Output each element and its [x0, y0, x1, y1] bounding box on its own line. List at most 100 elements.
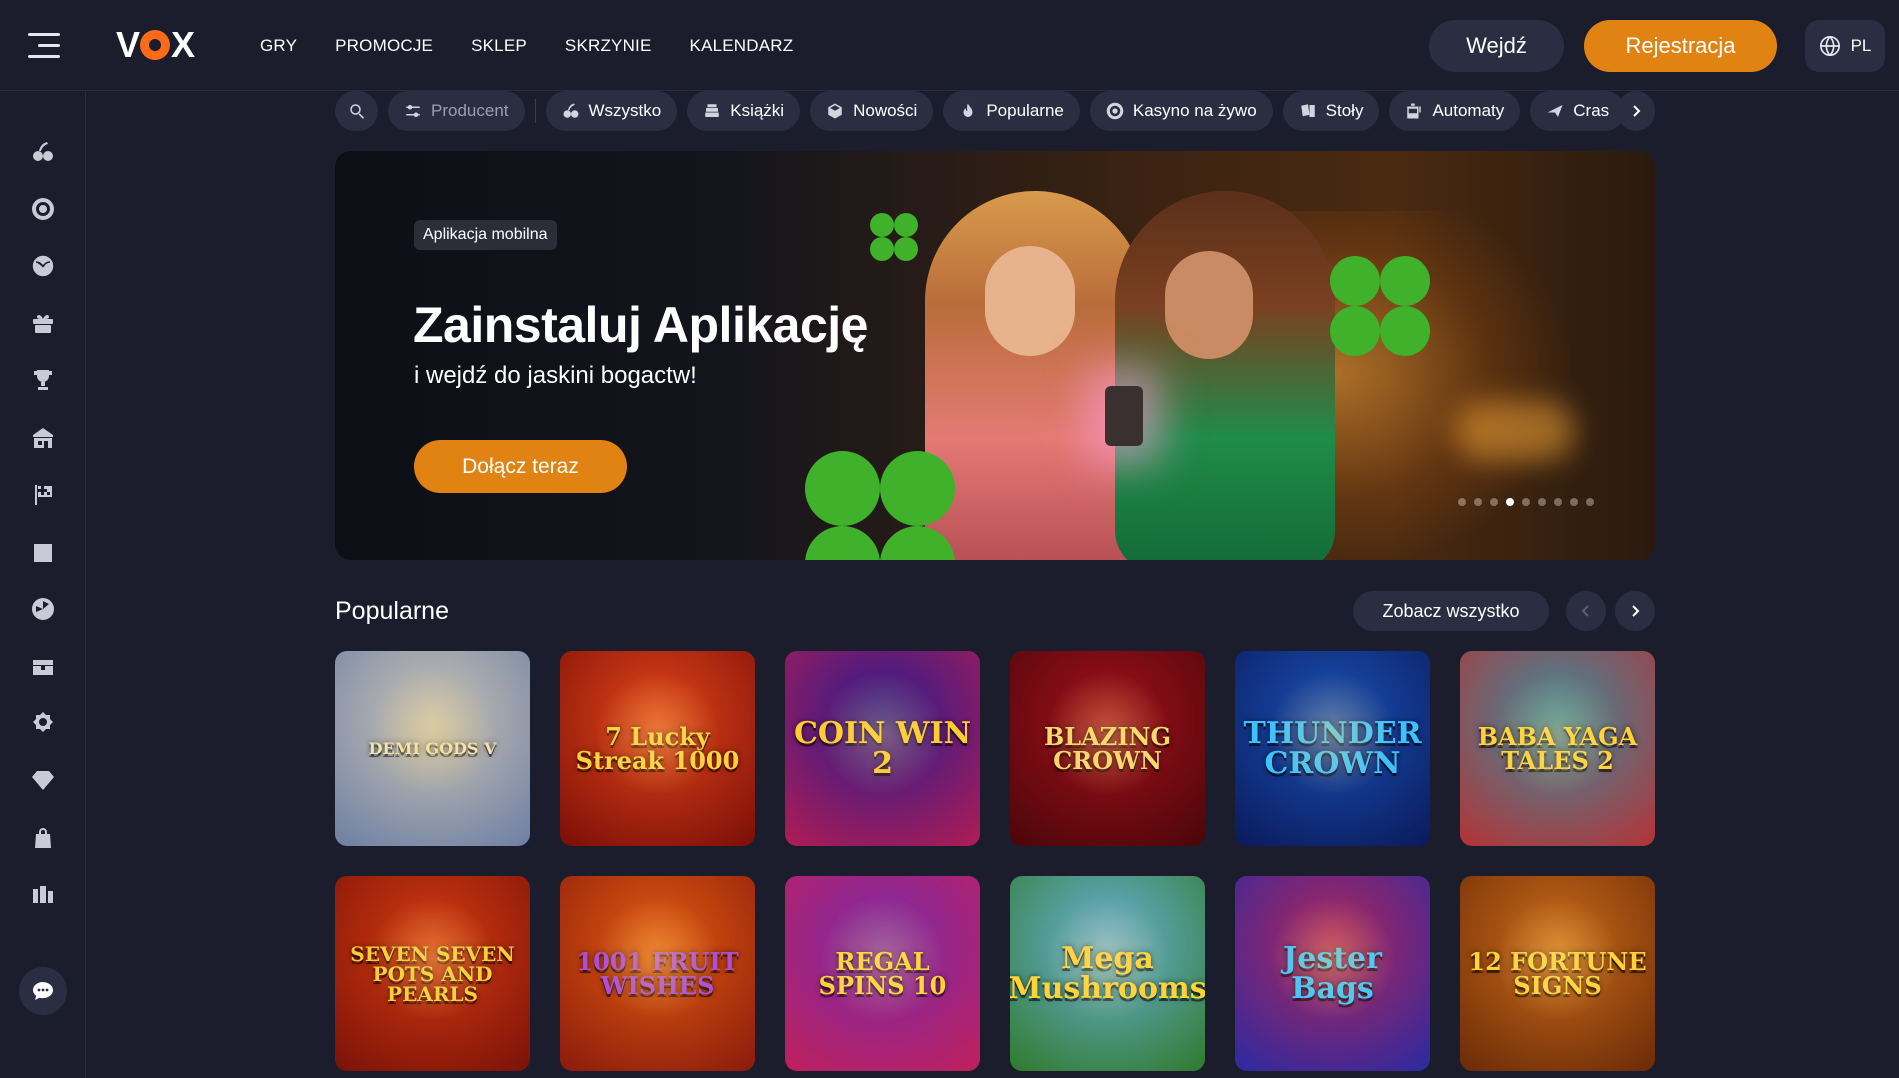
- cherries-icon[interactable]: [29, 138, 57, 166]
- filter-label: Cras: [1573, 101, 1610, 120]
- chevron-left-icon: [1581, 605, 1589, 617]
- filter-all[interactable]: Wszystko: [545, 91, 678, 131]
- chat-icon: [33, 982, 53, 1000]
- game-tile[interactable]: DEMI GODS V: [335, 651, 530, 846]
- chat-button[interactable]: [19, 967, 67, 1015]
- game-art: [370, 896, 495, 1021]
- filter-live-casino[interactable]: Kasyno na żywo: [1089, 91, 1273, 131]
- filter-divider: [534, 99, 536, 123]
- game-tile[interactable]: THUNDER CROWN: [1235, 651, 1430, 846]
- search-icon: [349, 104, 364, 119]
- language-selector[interactable]: PL: [1805, 20, 1885, 72]
- nav-games[interactable]: GRY: [260, 36, 297, 56]
- game-art: [595, 896, 720, 1021]
- plane-icon: [1547, 105, 1563, 117]
- filter-crash[interactable]: Cras: [1530, 91, 1626, 131]
- game-tile[interactable]: REGAL SPINS 10: [785, 876, 980, 1071]
- diamond-icon[interactable]: [29, 766, 57, 794]
- register-button[interactable]: Rejestracja: [1584, 20, 1777, 72]
- banner-badge: Aplikacja mobilna: [414, 220, 557, 250]
- carousel-dot[interactable]: [1522, 498, 1530, 506]
- filter-label: Wszystko: [588, 101, 662, 120]
- game-art: [1495, 671, 1620, 796]
- join-now-button[interactable]: Dołącz teraz: [414, 440, 627, 493]
- wheel-icon[interactable]: [29, 595, 57, 623]
- stats-icon[interactable]: [29, 881, 57, 909]
- filter-label: Popularne: [986, 101, 1064, 120]
- game-tile[interactable]: BABA YAGA TALES 2: [1460, 651, 1655, 846]
- carousel-dot[interactable]: [1554, 498, 1562, 506]
- nav-chests[interactable]: SKRZYNIE: [565, 36, 652, 56]
- clover-icon: [805, 451, 955, 560]
- filter-label: Książki: [730, 101, 785, 120]
- see-all-button[interactable]: Zobacz wszystko: [1353, 591, 1549, 631]
- game-art: [820, 671, 945, 796]
- carousel-dot[interactable]: [1490, 498, 1498, 506]
- banner-subtitle: i wejdź do jaskini bogactw!: [414, 362, 697, 389]
- chip-icon: [1106, 102, 1124, 120]
- game-tile[interactable]: Jester Bags: [1235, 876, 1430, 1071]
- game-tile[interactable]: BLAZING CROWN: [1010, 651, 1205, 846]
- gift-icon[interactable]: [29, 309, 57, 337]
- carousel-dot[interactable]: [1474, 498, 1482, 506]
- carousel-dot[interactable]: [1538, 498, 1546, 506]
- checkered-flag-icon[interactable]: [29, 481, 57, 509]
- category-filters: Producent Wszystko Książki Nowości Popul…: [335, 91, 1655, 131]
- cube-icon: [828, 103, 842, 119]
- nav-shop[interactable]: SKLEP: [471, 36, 527, 56]
- filter-slots[interactable]: Automaty: [1389, 91, 1521, 131]
- lock-bag-icon[interactable]: [29, 824, 57, 852]
- carousel-dot[interactable]: [1458, 498, 1466, 506]
- cherries-icon: [563, 103, 578, 118]
- game-art: [1270, 671, 1395, 796]
- top-bar: VX GRY PROMOCJE SKLEP SKRZYNIE KALENDARZ…: [0, 0, 1899, 91]
- game-tile[interactable]: SEVEN SEVEN POTS AND PEARLS: [335, 876, 530, 1071]
- carousel-prev-button[interactable]: [1566, 591, 1606, 631]
- filters-scroll-right[interactable]: [1617, 91, 1655, 131]
- globe-icon: [1819, 36, 1840, 56]
- game-art: [1045, 671, 1170, 796]
- menu-icon[interactable]: [28, 33, 60, 59]
- clover-icon: [870, 213, 918, 261]
- main-nav: GRY PROMOCJE SKLEP SKRZYNIE KALENDARZ: [260, 36, 793, 56]
- nav-promotions[interactable]: PROMOCJE: [335, 36, 433, 56]
- game-tile[interactable]: Mega Mushrooms: [1010, 876, 1205, 1071]
- carousel-dot[interactable]: [1570, 498, 1578, 506]
- producer-filter[interactable]: Producent: [388, 91, 525, 131]
- search-button[interactable]: [335, 91, 378, 131]
- filter-popular[interactable]: Popularne: [943, 91, 1080, 131]
- banner-face-right: [1165, 251, 1253, 359]
- carousel-dot[interactable]: [1506, 498, 1514, 506]
- carousel-next-button[interactable]: [1615, 591, 1655, 631]
- treasure-chest-icon[interactable]: [29, 652, 57, 680]
- filter-label: Kasyno na żywo: [1132, 101, 1257, 120]
- trophy-icon[interactable]: [29, 366, 57, 394]
- cards-icon: [1300, 104, 1315, 117]
- roulette-icon[interactable]: [29, 195, 57, 223]
- shop-icon[interactable]: [29, 424, 57, 452]
- filter-new[interactable]: Nowości: [810, 91, 934, 131]
- carousel-dot[interactable]: [1586, 498, 1594, 506]
- game-art: [1270, 896, 1395, 1021]
- calendar-check-icon[interactable]: [29, 538, 57, 566]
- game-art: [1495, 896, 1620, 1021]
- banner-figure-right: [1115, 191, 1335, 560]
- game-art: [1045, 896, 1170, 1021]
- game-tile[interactable]: 1001 FRUIT WISHES: [560, 876, 755, 1071]
- carousel-dots: [1458, 498, 1594, 506]
- filter-tables[interactable]: Stoły: [1282, 91, 1380, 131]
- logo[interactable]: VX: [116, 24, 195, 65]
- badge-icon[interactable]: [29, 709, 57, 737]
- banner-phone: [1105, 386, 1143, 446]
- banner-title: Zainstaluj Aplikację: [413, 297, 868, 353]
- game-tile[interactable]: 7 Lucky Streak 1000: [560, 651, 755, 846]
- filter-books[interactable]: Książki: [687, 91, 801, 131]
- sports-ball-icon[interactable]: [29, 252, 57, 280]
- sidebar: [0, 91, 86, 1078]
- promo-banner[interactable]: Aplikacja mobilna Zainstaluj Aplikację i…: [335, 151, 1655, 560]
- nav-calendar[interactable]: KALENDARZ: [690, 36, 794, 56]
- game-tile[interactable]: COIN WIN 2: [785, 651, 980, 846]
- login-button[interactable]: Wejdź: [1429, 20, 1564, 72]
- game-art: [370, 671, 495, 796]
- game-tile[interactable]: 12 FORTUNE SIGNS: [1460, 876, 1655, 1071]
